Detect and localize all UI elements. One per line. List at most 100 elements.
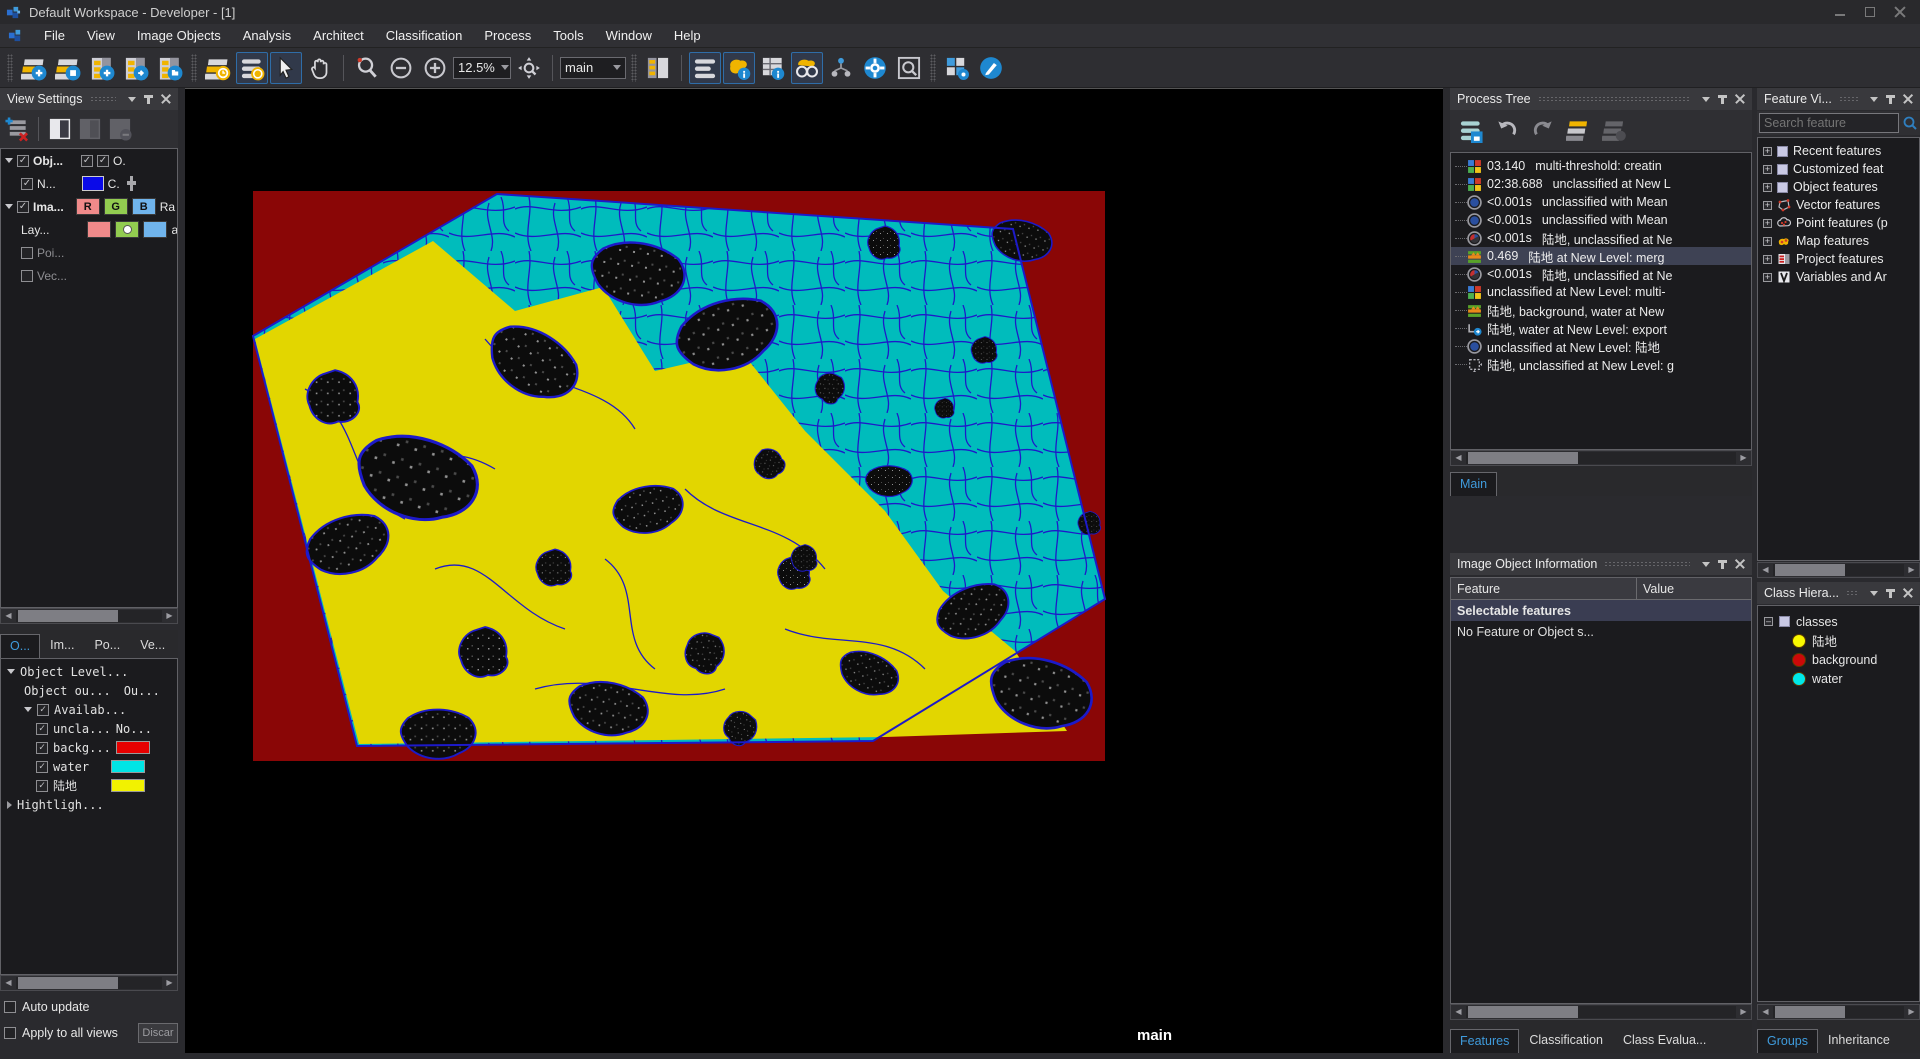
classes-root-row[interactable]: classes: [1758, 612, 1919, 631]
feature-item-customized[interactable]: Customized feat: [1758, 160, 1919, 178]
tab-features[interactable]: Features: [1450, 1029, 1520, 1053]
opacity-checkbox[interactable]: [97, 154, 109, 167]
image-object-hierarchy-button[interactable]: [825, 52, 857, 84]
expand-icon[interactable]: [1763, 182, 1772, 192]
scroll-left-icon[interactable]: ◀: [1758, 563, 1773, 577]
zoom-out-button[interactable]: [385, 52, 417, 84]
selectable-features-row[interactable]: Selectable features: [1451, 600, 1751, 621]
settings-gear-button[interactable]: [859, 52, 891, 84]
process-row[interactable]: <0.001s unclassified with Mean: [1451, 193, 1751, 211]
slider-icon[interactable]: [126, 176, 136, 191]
scroll-right-icon[interactable]: ▶: [1736, 451, 1751, 465]
minimize-icon[interactable]: [1834, 6, 1846, 18]
map-combo[interactable]: main: [560, 56, 626, 79]
panel-close-button[interactable]: [157, 91, 174, 107]
scroll-left-icon[interactable]: ◀: [1, 976, 16, 990]
panel-close-button[interactable]: [1731, 91, 1748, 107]
background-color-swatch[interactable]: [115, 741, 150, 754]
expand-icon[interactable]: [1763, 272, 1772, 282]
single-pane-view-icon[interactable]: [47, 116, 73, 142]
save-project-button[interactable]: [52, 52, 84, 84]
panel-menu-button[interactable]: [1697, 91, 1714, 107]
expand-icon[interactable]: [1763, 200, 1772, 210]
panel-menu-button[interactable]: [1865, 91, 1882, 107]
tab-inheritance[interactable]: Inheritance: [1818, 1028, 1900, 1053]
available-checkbox[interactable]: [37, 703, 49, 716]
expand-icon[interactable]: [1763, 236, 1772, 246]
panel-grip[interactable]: [1604, 560, 1690, 568]
r-band-cell[interactable]: R: [75, 198, 100, 215]
new-project-button[interactable]: [18, 52, 50, 84]
class-row-unclassified[interactable]: uncla... No...: [1, 719, 177, 738]
menu-analysis[interactable]: Analysis: [232, 25, 302, 46]
panel-grip[interactable]: [1846, 589, 1858, 597]
panel-grip[interactable]: [1838, 95, 1858, 103]
feature-item-object[interactable]: Object features: [1758, 178, 1919, 196]
feature-item-recent[interactable]: Recent features: [1758, 142, 1919, 160]
column-feature[interactable]: Feature: [1451, 578, 1637, 599]
g-select-cell[interactable]: [115, 221, 140, 238]
pixel-view-settings-button[interactable]: [941, 52, 973, 84]
process-row[interactable]: unclassified at New Level: 陆地: [1451, 337, 1751, 355]
process-row-selected[interactable]: 0.469 陆地 at New Level: merg: [1451, 247, 1751, 265]
tree-row-objects[interactable]: Obj... O.: [1, 149, 177, 172]
four-pane-view-icon[interactable]: [107, 116, 133, 142]
expand-icon[interactable]: [1763, 164, 1772, 174]
discard-button[interactable]: Discar: [138, 1023, 178, 1043]
panel-grip[interactable]: [89, 95, 116, 103]
redo-icon[interactable]: [1530, 117, 1556, 143]
image-viewport[interactable]: main: [185, 88, 1443, 1053]
vectors-checkbox[interactable]: [21, 269, 33, 282]
toolbar-drag-handle[interactable]: [7, 53, 13, 82]
menu-view[interactable]: View: [76, 25, 126, 46]
scroll-right-icon[interactable]: ▶: [1904, 563, 1919, 577]
unclassified-checkbox[interactable]: [36, 722, 48, 735]
tab-groups[interactable]: Groups: [1757, 1029, 1818, 1053]
caret-icon[interactable]: [7, 669, 15, 674]
toolbar-drag-handle[interactable]: [191, 53, 197, 82]
expand-icon[interactable]: [1763, 146, 1772, 156]
scroll-right-icon[interactable]: ▶: [162, 976, 177, 990]
class-hierarchy-hscrollbar[interactable]: ◀ ▶: [1757, 1004, 1920, 1020]
image-layer-mixing-button[interactable]: [202, 52, 234, 84]
class-row-water[interactable]: water: [1, 757, 177, 776]
caret-icon[interactable]: [24, 707, 32, 712]
panel-pin-button[interactable]: [1714, 556, 1731, 572]
panel-close-button[interactable]: [1899, 585, 1916, 601]
tab-classification[interactable]: Classification: [1519, 1028, 1613, 1053]
h-scrollbar-thumb[interactable]: [1775, 564, 1845, 576]
view-classification-button[interactable]: [723, 51, 755, 84]
menu-architect[interactable]: Architect: [302, 25, 375, 46]
panel-menu-button[interactable]: [1697, 556, 1714, 572]
tree-row-layer[interactable]: Lay... au: [1, 218, 177, 241]
feature-item-variables[interactable]: Variables and Ar: [1758, 268, 1919, 286]
view-settings-hscrollbar[interactable]: ◀ ▶: [0, 608, 178, 624]
caret-icon[interactable]: [5, 158, 13, 163]
menu-file[interactable]: File: [33, 25, 76, 46]
image-object-info-hscrollbar[interactable]: ◀ ▶: [1450, 1004, 1752, 1020]
zoom-in-button[interactable]: [419, 52, 451, 84]
feature-item-vector[interactable]: Vector features: [1758, 196, 1919, 214]
edit-pen-button[interactable]: [975, 52, 1007, 84]
class-row-land[interactable]: 陆地: [1758, 631, 1919, 650]
background-checkbox[interactable]: [36, 741, 48, 754]
process-row[interactable]: 03.140 multi-threshold: creatin: [1451, 157, 1751, 175]
tree-row-points[interactable]: Poi...: [1, 241, 177, 264]
tab-object-levels[interactable]: O...: [0, 634, 41, 658]
tree-row-vectors[interactable]: Vec...: [1, 264, 177, 287]
menu-tools[interactable]: Tools: [542, 25, 594, 46]
panel-close-button[interactable]: [1899, 91, 1916, 107]
scroll-right-icon[interactable]: ▶: [1904, 1005, 1919, 1019]
panel-pin-button[interactable]: [1714, 91, 1731, 107]
process-tree-hscrollbar[interactable]: ◀ ▶: [1450, 450, 1752, 466]
zoom-level-combo[interactable]: 12.5%: [453, 56, 511, 79]
object-level-root[interactable]: Object Level...: [1, 662, 177, 681]
outline-checkbox[interactable]: [81, 154, 93, 167]
menu-classification[interactable]: Classification: [375, 25, 474, 46]
panel-pin-button[interactable]: [140, 91, 157, 107]
points-checkbox[interactable]: [21, 246, 33, 259]
toolbar-drag-handle[interactable]: [631, 53, 637, 82]
object-outline-row[interactable]: Object ou... Ou...: [1, 681, 177, 700]
process-row[interactable]: <0.001s 陆地, unclassified at Ne: [1451, 229, 1751, 247]
menu-window[interactable]: Window: [595, 25, 663, 46]
